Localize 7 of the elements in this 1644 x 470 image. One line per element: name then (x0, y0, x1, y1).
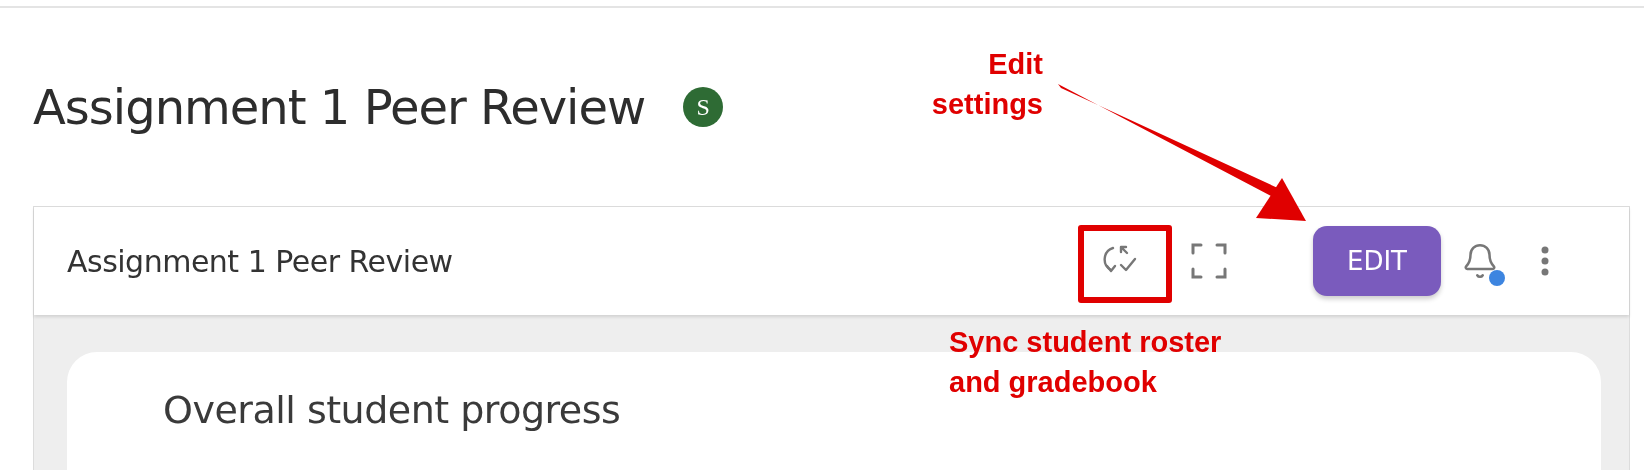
panel-title: Assignment 1 Peer Review (67, 243, 453, 279)
card-title: Overall student progress (163, 388, 621, 432)
status-badge: S (683, 87, 724, 127)
edit-button[interactable]: EDIT (1313, 226, 1441, 296)
annotation-label: Sync student roster and gradebook (949, 325, 1223, 400)
page-title: Assignment 1 Peer Review (33, 79, 646, 135)
annotation-label: Edit settings (930, 47, 1043, 122)
